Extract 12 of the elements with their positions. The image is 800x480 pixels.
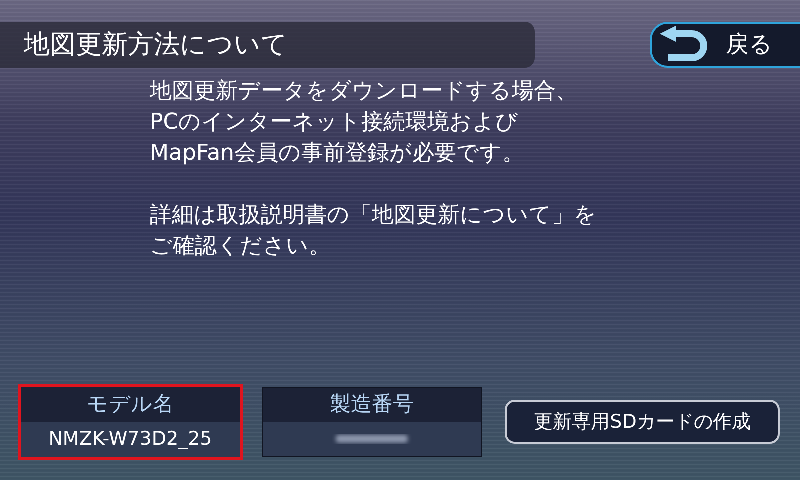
field-label: モデル名 (87, 390, 174, 418)
message-line: PCのインターネット接続環境および (150, 109, 520, 137)
field-label: 製造番号 (330, 391, 414, 418)
message-line: 地図更新データをダウンロードする場合、 (150, 78, 579, 106)
return-arrow-icon (658, 26, 710, 64)
message-line: 詳細は取扱説明書の「地図更新について」を (150, 202, 598, 230)
screen-title: 地図更新方法について (24, 28, 288, 62)
message-line: ご確認ください。 (150, 233, 332, 261)
field-value: NMZK-W73D2_25 (48, 427, 212, 452)
create-sd-card-button[interactable]: 更新専用SDカードの作成 (505, 400, 780, 444)
message-line: MapFan会員の事前登録が必要です。 (150, 140, 526, 168)
back-button[interactable]: 戻る (650, 22, 800, 68)
